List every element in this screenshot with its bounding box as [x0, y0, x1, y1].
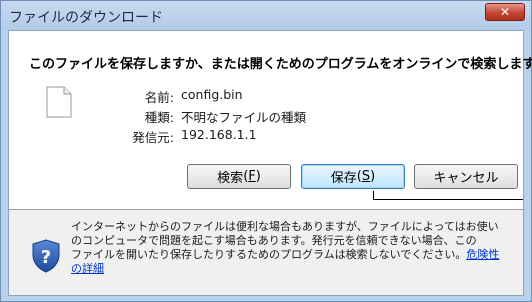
window-title: ファイルのダウンロード	[9, 10, 163, 26]
close-button[interactable]: ✕	[485, 3, 525, 21]
callout-line-horizontal	[373, 199, 523, 200]
type-label: 種類:	[144, 110, 174, 125]
cancel-button-label: キャンセル	[433, 171, 499, 186]
source-label: 発信元:	[132, 130, 174, 145]
search-button-accelerator: F	[248, 169, 256, 184]
shield-question-icon: ?	[32, 239, 60, 273]
name-label: 名前:	[144, 90, 174, 105]
svg-text:?: ?	[41, 247, 51, 268]
risk-details-link-part1[interactable]: 危険性	[466, 248, 499, 261]
save-button-accelerator: S	[361, 169, 371, 184]
close-icon: ✕	[499, 5, 511, 19]
file-icon	[46, 86, 72, 118]
source-value: 192.168.1.1	[181, 127, 257, 142]
type-value: 不明なファイルの種類	[181, 110, 307, 125]
search-button-label: 検索	[217, 171, 244, 186]
cancel-button[interactable]: キャンセル	[414, 164, 518, 189]
download-dialog-window: ファイルのダウンロード ✕ このファイルを保存しますか、または開くためのプログラ…	[0, 0, 532, 302]
warning-line-3: ファイルを開いたり保存したりするためのプログラムは検索しないでください。	[71, 248, 467, 261]
dialog-question: このファイルを保存しますか、または開くためのプログラムをオンラインで検索しますか…	[29, 57, 532, 72]
title-bar[interactable]: ファイルのダウンロード ✕	[1, 1, 531, 30]
save-button[interactable]: 保存(S)	[301, 164, 405, 189]
security-warning-text: インターネットからのファイルは便利な場合もありますが、ファイルによってはお使い …	[71, 220, 521, 276]
risk-details-link-part2[interactable]: の詳細	[71, 262, 104, 275]
search-button[interactable]: 検索(F)	[187, 164, 291, 189]
warning-line-1: インターネットからのファイルは便利な場合もありますが、ファイルによってはお使い	[71, 220, 499, 233]
warning-line-2: のコンピュータで問題を起こす場合もあります。発行元を信頼できない場合、この	[71, 234, 477, 247]
dialog-body: このファイルを保存しますか、または開くためのプログラムをオンラインで検索しますか…	[8, 30, 532, 296]
warning-line-3-row: ファイルを開いたり保存したりするためのプログラムは検索しないでください。危険性	[71, 248, 521, 262]
save-button-label: 保存	[330, 171, 357, 186]
name-value: config.bin	[181, 87, 243, 102]
